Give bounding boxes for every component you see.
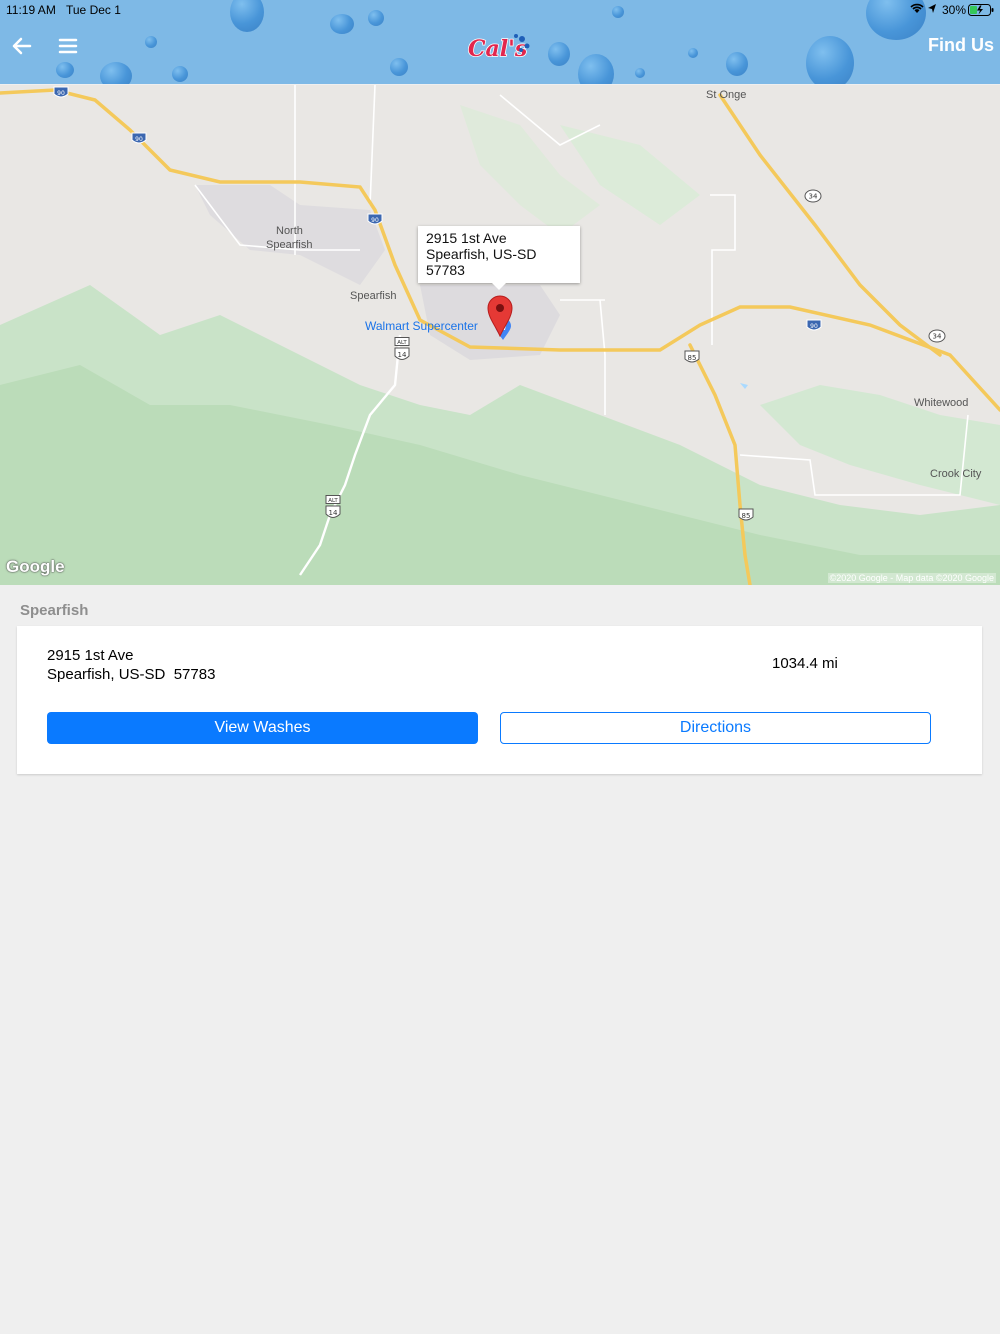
interstate-shield-icon: 90: [367, 213, 383, 225]
menu-button[interactable]: [54, 32, 82, 60]
svg-text:85: 85: [688, 354, 697, 362]
svg-text:90: 90: [135, 136, 143, 143]
map-label-crook-city: Crook City: [930, 468, 982, 480]
alt-route-shield-icon: ALT 14: [394, 337, 410, 360]
water-drop-decoration: [390, 58, 408, 76]
water-drop-decoration: [548, 42, 570, 66]
status-date: Tue Dec 1: [66, 3, 121, 17]
svg-text:85: 85: [742, 512, 751, 520]
location-arrow-icon: [927, 3, 937, 17]
battery-icon: [968, 4, 994, 19]
back-button[interactable]: [8, 32, 36, 60]
water-drop-decoration: [726, 52, 748, 76]
location-card: 2915 1st Ave Spearfish, US-SD 57783 1034…: [17, 626, 982, 774]
svg-text:Cal's: Cal's: [468, 36, 527, 62]
app-header: 11:19 AM Tue Dec 1 30% Cal's Find Us: [0, 0, 1000, 84]
interstate-shield-icon: 90: [806, 319, 822, 331]
svg-text:34: 34: [809, 193, 818, 201]
page-title: Find Us: [928, 35, 994, 55]
map-label-spearfish: Spearfish: [350, 290, 397, 302]
water-drop-decoration: [368, 10, 384, 26]
water-drop-decoration: [612, 6, 624, 18]
map-view[interactable]: St Onge North Spearfish Spearfish Walmar…: [0, 85, 1000, 585]
svg-text:90: 90: [57, 90, 65, 97]
app-logo: Cal's: [466, 30, 532, 64]
us-route-shield-icon: 85: [738, 508, 754, 521]
water-drop-decoration: [145, 36, 157, 48]
callout-address-line1: 2915 1st Ave: [426, 230, 507, 246]
water-drop-decoration: [56, 62, 74, 78]
svg-text:34: 34: [933, 333, 942, 341]
address-line1: 2915 1st Ave: [47, 647, 134, 664]
svg-text:90: 90: [810, 323, 818, 330]
map-callout[interactable]: 2915 1st Ave Spearfish, US-SD 57783: [418, 226, 580, 283]
wifi-icon: [910, 3, 924, 17]
map-label-whitewood: Whitewood: [914, 397, 969, 409]
status-time: 11:19 AM: [6, 3, 56, 17]
view-washes-button[interactable]: View Washes: [47, 712, 478, 744]
svg-text:90: 90: [371, 217, 379, 224]
hamburger-menu-icon: [58, 38, 78, 54]
svg-text:ALT: ALT: [397, 340, 407, 346]
interstate-shield-icon: 90: [131, 132, 147, 144]
callout-address-line2: Spearfish, US-SD: [426, 246, 537, 262]
distance-label: 1034.4 mi: [772, 655, 838, 672]
location-address: 2915 1st Ave Spearfish, US-SD 57783: [47, 646, 215, 684]
water-drop-decoration: [578, 54, 614, 84]
us-route-shield-icon: 85: [684, 350, 700, 363]
water-drop-decoration: [172, 66, 188, 82]
directions-button[interactable]: Directions: [500, 712, 931, 744]
map-copyright: ©2020 Google - Map data ©2020 Google: [827, 573, 996, 583]
back-arrow-icon: [12, 37, 32, 55]
section-title: Spearfish: [20, 602, 89, 619]
address-line2: Spearfish, US-SD 57783: [47, 666, 216, 683]
state-route-shield-icon: 34: [804, 189, 822, 203]
water-drop-decoration: [230, 0, 264, 32]
water-drop-decoration: [635, 68, 645, 78]
water-drop-decoration: [330, 14, 354, 34]
water-drop-decoration: [100, 62, 132, 84]
map-label-st-onge: St Onge: [706, 89, 747, 101]
google-logo[interactable]: Google: [6, 557, 65, 577]
water-drop-decoration: [806, 36, 854, 84]
map-label-north-spearfish: Spearfish: [266, 239, 313, 251]
svg-text:14: 14: [398, 351, 407, 359]
svg-text:ALT: ALT: [328, 498, 338, 504]
map-label-walmart[interactable]: Walmart Supercenter: [365, 320, 478, 333]
svg-text:14: 14: [329, 509, 338, 517]
map-label-north: North: [276, 225, 303, 237]
battery-percent: 30%: [942, 3, 967, 17]
callout-address-line3: 57783: [426, 262, 465, 278]
interstate-shield-icon: 90: [53, 86, 69, 98]
alt-route-shield-icon: ALT 14: [325, 495, 341, 518]
callout-arrow: [492, 283, 506, 290]
cals-logo-icon: Cal's: [467, 34, 530, 63]
location-pin-icon[interactable]: [486, 295, 514, 337]
water-drop-decoration: [688, 48, 698, 58]
state-route-shield-icon: 34: [928, 329, 946, 343]
